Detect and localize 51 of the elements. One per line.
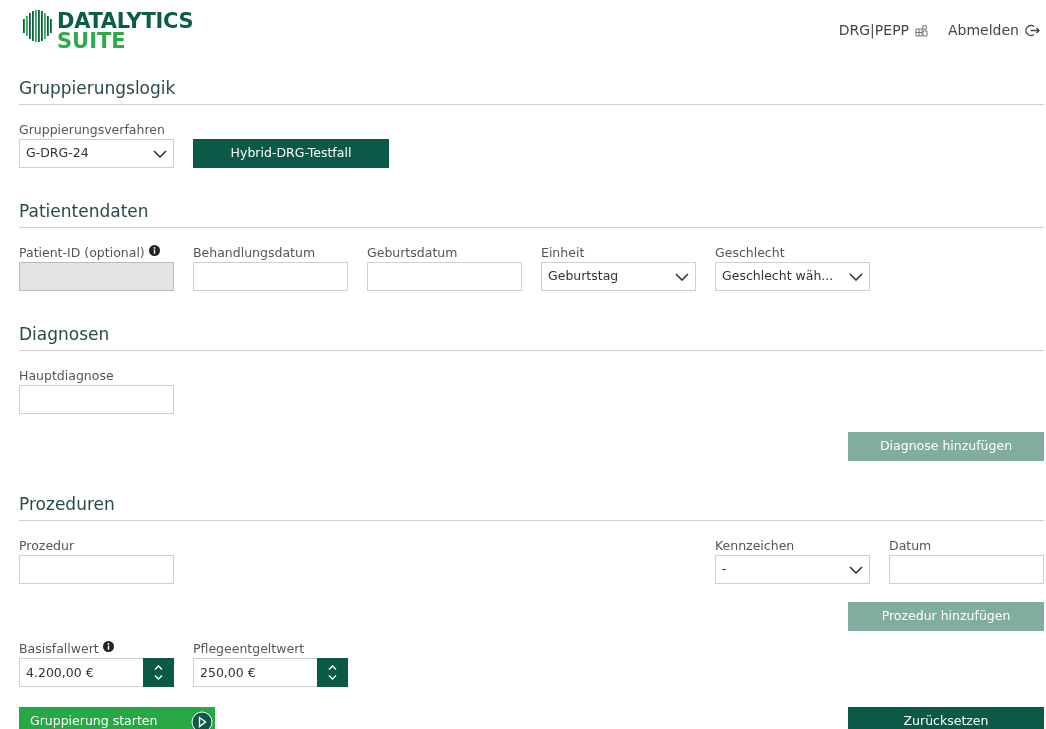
number-field[interactable]: 4.200,00 € [19, 658, 143, 687]
field-label: Datum [889, 538, 932, 553]
logo-bars-icon [23, 10, 53, 42]
chevron-up-icon [154, 665, 163, 670]
section-title: Patientendaten [19, 201, 149, 221]
hybrid-button[interactable]: Hybrid-DRG-Testfall [193, 139, 389, 168]
field-label: Basisfallwert [19, 641, 99, 656]
field-label: Behandlungsdatum [193, 245, 316, 260]
text-field[interactable] [19, 385, 174, 414]
reset-button[interactable]: Zurücksetzen [848, 707, 1044, 729]
stepper-button[interactable] [143, 658, 174, 687]
field-label: Patient-ID (optional) [19, 245, 145, 260]
stepper-button[interactable] [317, 658, 348, 687]
section-title: Gruppierungslogik [19, 78, 176, 98]
field-label: Hauptdiagnose [19, 368, 114, 383]
logo-title: DATALYTICS [57, 11, 194, 31]
field-label: Geburtsdatum [367, 245, 458, 260]
text-field[interactable] [367, 262, 522, 291]
text-field[interactable] [193, 262, 348, 291]
logo-subtitle: SUITE [57, 31, 127, 51]
field-label: Gruppierungsverfahren [19, 122, 165, 137]
chevron-down-icon [675, 272, 689, 281]
select-value: G-DRG-24 [26, 144, 89, 163]
chevron-down-icon [849, 272, 863, 281]
select-field[interactable]: Geburtstag [541, 262, 696, 291]
field-label: Pflegeentgeltwert [193, 641, 305, 656]
select-value: Geschlecht wäh... [722, 267, 834, 286]
chevron-up-icon [328, 665, 337, 670]
select-field[interactable]: - [715, 555, 870, 584]
chevron-down-icon [849, 565, 863, 574]
text-field[interactable] [889, 555, 1044, 584]
text-field[interactable] [19, 555, 174, 584]
select-field[interactable]: Geschlecht wäh... [715, 262, 870, 291]
logout-icon [1025, 24, 1040, 37]
number-field[interactable]: 250,00 € [193, 658, 317, 687]
chevron-down-icon [153, 149, 167, 158]
field-label: Prozedur [19, 538, 75, 553]
grid-icon [915, 24, 928, 37]
field-label: Kennzeichen [715, 538, 795, 553]
select-value: Geburtstag [548, 267, 619, 286]
select-value: - [722, 560, 727, 579]
select-field[interactable]: G-DRG-24 [19, 139, 174, 168]
field-label: Geschlecht [715, 245, 785, 260]
chevron-down-icon [328, 675, 337, 680]
header-link[interactable]: Abmelden [948, 20, 1040, 41]
field-label: Einheit [541, 245, 585, 260]
header-link[interactable]: DRG|PEPP [838, 20, 928, 41]
chevron-down-icon [154, 675, 163, 680]
info-icon[interactable] [102, 641, 114, 652]
section-title: Prozeduren [19, 494, 115, 514]
section-title: Diagnosen [19, 324, 110, 344]
